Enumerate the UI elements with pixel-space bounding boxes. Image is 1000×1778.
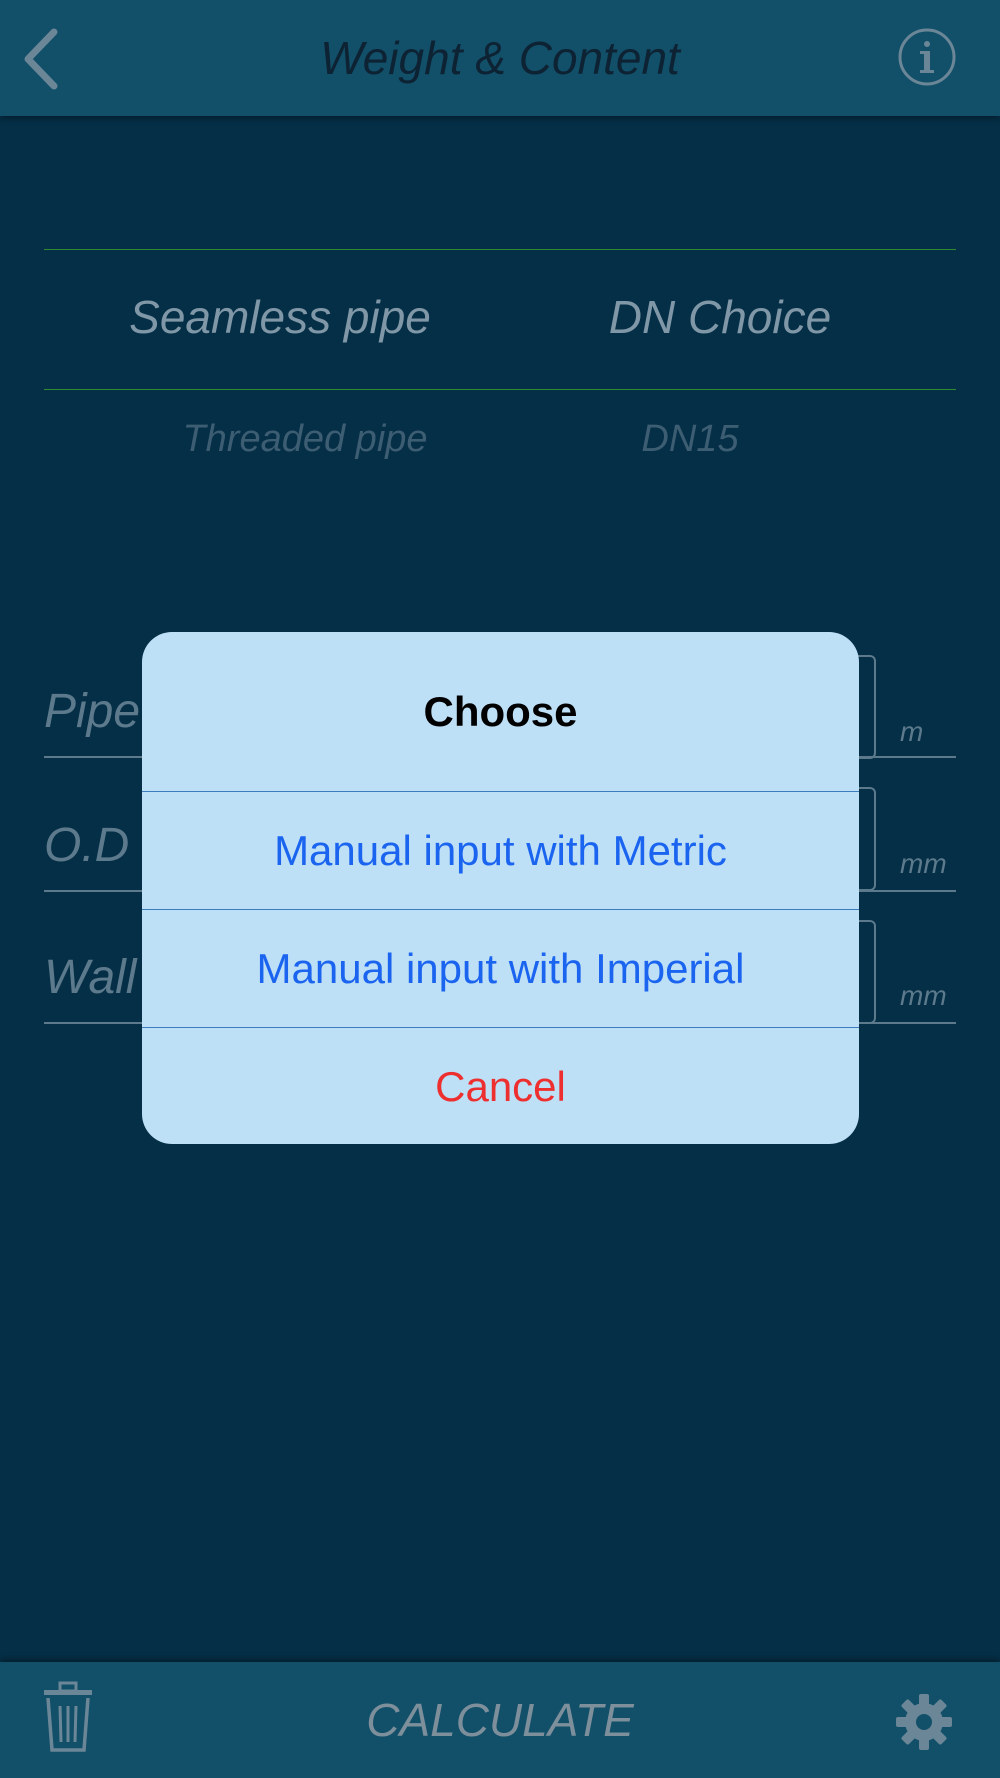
od-label: O.D	[44, 819, 130, 872]
settings-button[interactable]	[894, 1692, 954, 1752]
header-bar: Weight & Content	[0, 0, 1000, 116]
pipe-length-unit: m	[900, 716, 924, 747]
chevron-left-icon	[24, 28, 58, 90]
app-screen: Weight & Content Seamless pipe DN Choice…	[0, 0, 1000, 1778]
cancel-button[interactable]: Cancel	[142, 1028, 859, 1144]
calculate-button[interactable]: CALCULATE	[300, 1662, 700, 1778]
manual-metric-option[interactable]: Manual input with Metric	[142, 792, 859, 909]
info-button[interactable]	[898, 28, 956, 86]
picker-pipe-type-selected[interactable]: Seamless pipe	[80, 290, 480, 344]
bottom-bar: CALCULATE	[0, 1662, 1000, 1778]
trash-icon	[44, 1681, 92, 1752]
choose-dialog: Choose Manual input with Metric Manual i…	[142, 632, 859, 1144]
back-button[interactable]	[18, 24, 78, 94]
gear-icon	[896, 1694, 952, 1750]
page-title: Weight & Content	[320, 32, 680, 84]
od-unit: mm	[900, 848, 947, 879]
pipe-length-label: Pipe	[44, 685, 141, 738]
picker-top-line	[44, 249, 956, 250]
clear-button[interactable]	[40, 1680, 96, 1754]
picker-bottom-line	[44, 389, 956, 390]
picker-dn-selected[interactable]: DN Choice	[520, 290, 920, 344]
picker-dn-next[interactable]: DN15	[490, 418, 890, 461]
wall-label: Wall	[44, 951, 137, 1004]
dialog-title: Choose	[423, 688, 578, 735]
manual-imperial-option[interactable]: Manual input with Imperial	[142, 910, 859, 1027]
info-icon	[898, 28, 956, 86]
wall-unit: mm	[900, 980, 947, 1011]
picker-pipe-type-next[interactable]: Threaded pipe	[105, 418, 505, 461]
